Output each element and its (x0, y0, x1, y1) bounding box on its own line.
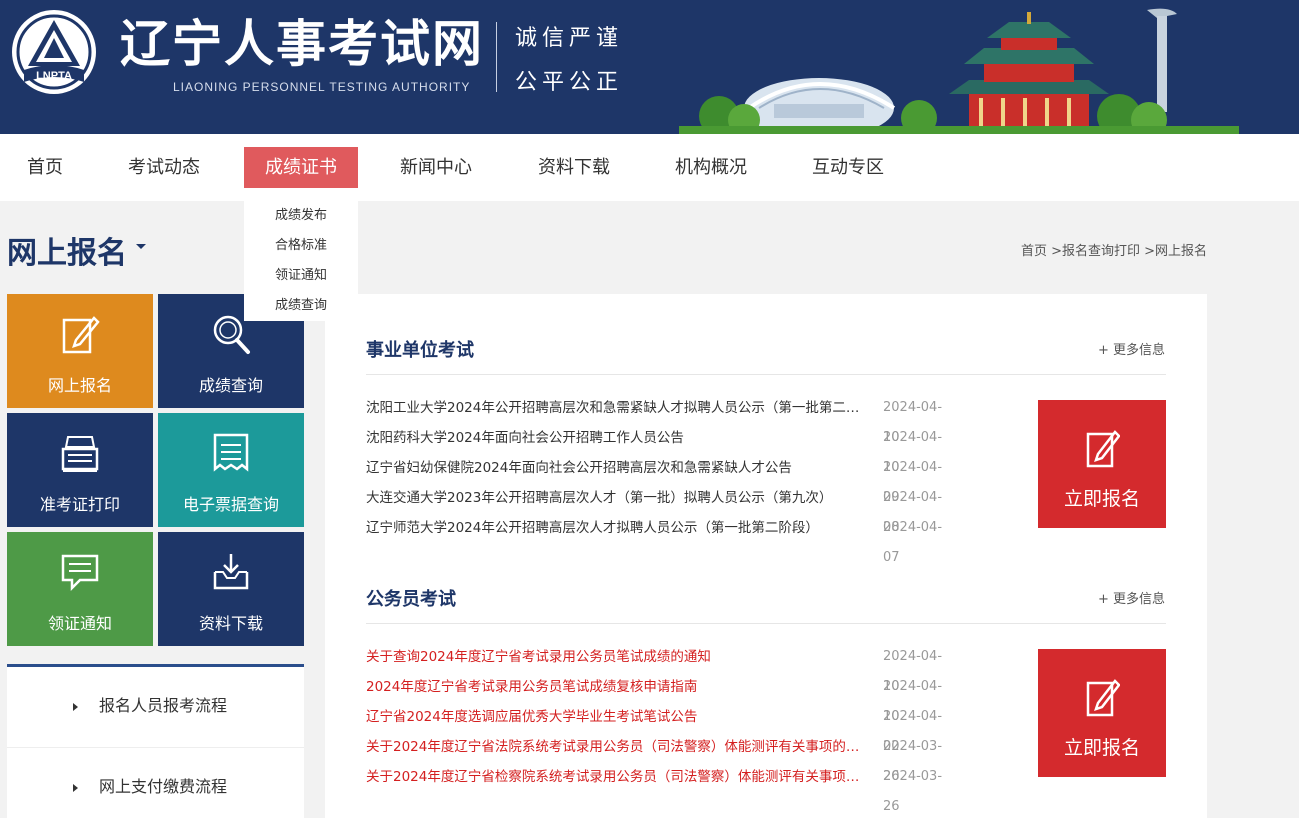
news-title-link[interactable]: 辽宁省2024年度选调应届优秀大学毕业生考试笔试公告 (366, 702, 861, 732)
header-divider (496, 22, 497, 92)
news-row: 辽宁省妇幼保健院2024年面向社会公开招聘高层次和急需紧缺人才公告 2024-04… (366, 453, 956, 505)
list-item-payment-process[interactable]: 网上支付缴费流程 (7, 748, 304, 818)
section-divider (366, 374, 1166, 375)
page-title: 网上报名 (7, 236, 127, 271)
news-title-link[interactable]: 关于2024年度辽宁省检察院系统考试录用公务员（司法警察）体能测评有关事项的公告 (366, 762, 861, 792)
process-guide-list: 报名人员报考流程 网上支付缴费流程 (7, 664, 304, 818)
tile-label: 网上报名 (47, 376, 112, 395)
tile-label: 准考证打印 (39, 495, 120, 514)
nav-item-news-center[interactable]: 新闻中心 (386, 147, 486, 188)
triangle-right-icon (73, 784, 78, 792)
tile-certificate-notice[interactable]: 领证通知 (7, 532, 153, 646)
news-date: 2024-04-07 (883, 520, 943, 565)
news-title-link[interactable]: 关于2024年度辽宁省法院系统考试录用公务员（司法警察）体能测评有关事项的公告 (366, 732, 861, 762)
section-title-civil-servant[interactable]: 公务员考试 (366, 585, 456, 611)
apply-now-button[interactable]: 立即报名 (1038, 649, 1166, 777)
news-list-civil-servant: 关于查询2024年度辽宁省考试录用公务员笔试成绩的通知 2024-04-10 20… (366, 642, 956, 814)
tile-online-registration[interactable]: 网上报名 (7, 294, 153, 408)
nav-item-about[interactable]: 机构概况 (661, 147, 761, 188)
list-item-label: 网上支付缴费流程 (99, 777, 228, 796)
nav-item-downloads[interactable]: 资料下载 (524, 147, 624, 188)
scores-dropdown-menu: 成绩发布 合格标准 领证通知 成绩查询 (244, 201, 358, 321)
news-row: 关于2024年度辽宁省检察院系统考试录用公务员（司法警察）体能测评有关事项的公告… (366, 762, 956, 814)
dropdown-item-pass-standard[interactable]: 合格标准 (244, 231, 358, 261)
tile-label: 电子票据查询 (182, 495, 279, 514)
apply-now-label: 立即报名 (1063, 488, 1140, 510)
news-row: 沈阳药科大学2024年面向社会公开招聘工作人员公告 2024-04-10 (366, 423, 956, 475)
apply-now-label: 立即报名 (1063, 737, 1140, 759)
news-row: 关于2024年度辽宁省法院系统考试录用公务员（司法警察）体能测评有关事项的公告 2… (366, 732, 956, 784)
receipt-icon (213, 433, 249, 472)
svg-text:LNPTA: LNPTA (36, 70, 72, 82)
news-title-link[interactable]: 2024年度辽宁省考试录用公务员笔试成绩复核申请指南 (366, 672, 861, 702)
news-title-link[interactable]: 沈阳工业大学2024年公开招聘高层次和急需紧缺人才拟聘人员公示（第一批第二阶段） (366, 393, 861, 423)
triangle-right-icon (73, 703, 78, 711)
section-title-public-institution[interactable]: 事业单位考试 (366, 336, 474, 362)
caret-down-icon[interactable] (136, 244, 146, 249)
edit-icon (62, 316, 100, 354)
motto-line-1: 诚信严谨 (515, 26, 624, 51)
main-content: 事业单位考试 + 更多信息 沈阳工业大学2024年公开招聘高层次和急需紧缺人才拟… (325, 294, 1207, 818)
tile-label: 领证通知 (47, 614, 112, 633)
more-info-link[interactable]: + 更多信息 (1098, 588, 1165, 607)
news-title-link[interactable]: 大连交通大学2023年公开招聘高层次人才（第一批）拟聘人员公示（第九次） (366, 483, 861, 513)
news-row: 辽宁师范大学2024年公开招聘高层次人才拟聘人员公示（第一批第二阶段） 2024-… (366, 513, 956, 565)
edit-icon (1086, 679, 1120, 717)
news-list-public-institution: 沈阳工业大学2024年公开招聘高层次和急需紧缺人才拟聘人员公示（第一批第二阶段）… (366, 393, 956, 565)
tile-label: 成绩查询 (198, 376, 263, 395)
nav-item-exam-news[interactable]: 考试动态 (114, 147, 214, 188)
tile-label: 资料下载 (198, 614, 263, 633)
nav-item-scores-certificates[interactable]: 成绩证书 (244, 147, 358, 188)
dropdown-item-score-query[interactable]: 成绩查询 (244, 291, 358, 321)
news-title-link[interactable]: 关于查询2024年度辽宁省考试录用公务员笔试成绩的通知 (366, 642, 861, 672)
news-title-link[interactable]: 辽宁师范大学2024年公开招聘高层次人才拟聘人员公示（第一批第二阶段） (366, 513, 861, 543)
main-nav: 首页 考试动态 成绩证书 新闻中心 资料下载 机构概况 互动专区 (0, 134, 1299, 201)
nav-item-interaction[interactable]: 互动专区 (798, 147, 898, 188)
breadcrumb[interactable]: 首页 >报名查询打印 >网上报名 (1021, 240, 1207, 259)
download-tray-icon (213, 554, 249, 590)
header-banner-illustration (679, 8, 1239, 134)
tile-admission-ticket-print[interactable]: 准考证打印 (7, 413, 153, 527)
list-item-label: 报名人员报考流程 (99, 696, 228, 715)
printer-icon (61, 436, 99, 472)
apply-now-button[interactable]: 立即报名 (1038, 400, 1166, 528)
more-info-link[interactable]: + 更多信息 (1098, 339, 1165, 358)
section-divider (366, 623, 1166, 624)
site-subtitle: LIAONING PERSONNEL TESTING AUTHORITY (173, 80, 471, 94)
lnpta-logo[interactable]: LNPTA (10, 8, 98, 96)
news-title-link[interactable]: 辽宁省妇幼保健院2024年面向社会公开招聘高层次和急需紧缺人才公告 (366, 453, 861, 483)
message-icon (61, 554, 99, 592)
dropdown-item-certificate-notice[interactable]: 领证通知 (244, 261, 358, 291)
list-item-registration-process[interactable]: 报名人员报考流程 (7, 667, 304, 748)
news-row: 大连交通大学2023年公开招聘高层次人才（第一批）拟聘人员公示（第九次） 2024… (366, 483, 956, 535)
tile-e-receipt-query[interactable]: 电子票据查询 (158, 413, 304, 527)
edit-icon (1086, 430, 1120, 468)
tile-material-download[interactable]: 资料下载 (158, 532, 304, 646)
site-header: LNPTA 辽宁人事考试网 LIAONING PERSONNEL TESTING… (0, 0, 1299, 134)
dropdown-item-score-release[interactable]: 成绩发布 (244, 201, 358, 231)
news-row: 关于查询2024年度辽宁省考试录用公务员笔试成绩的通知 2024-04-10 (366, 642, 956, 694)
nav-item-home[interactable]: 首页 (8, 147, 82, 188)
site-title: 辽宁人事考试网 (120, 15, 484, 73)
news-date: 2024-03-26 (883, 769, 943, 814)
news-row: 2024年度辽宁省考试录用公务员笔试成绩复核申请指南 2024-04-10 (366, 672, 956, 724)
news-row: 辽宁省2024年度选调应届优秀大学毕业生考试笔试公告 2024-04-02 (366, 702, 956, 754)
news-row: 沈阳工业大学2024年公开招聘高层次和急需紧缺人才拟聘人员公示（第一批第二阶段）… (366, 393, 956, 445)
motto-line-2: 公平公正 (515, 70, 624, 95)
news-title-link[interactable]: 沈阳药科大学2024年面向社会公开招聘工作人员公告 (366, 423, 861, 453)
